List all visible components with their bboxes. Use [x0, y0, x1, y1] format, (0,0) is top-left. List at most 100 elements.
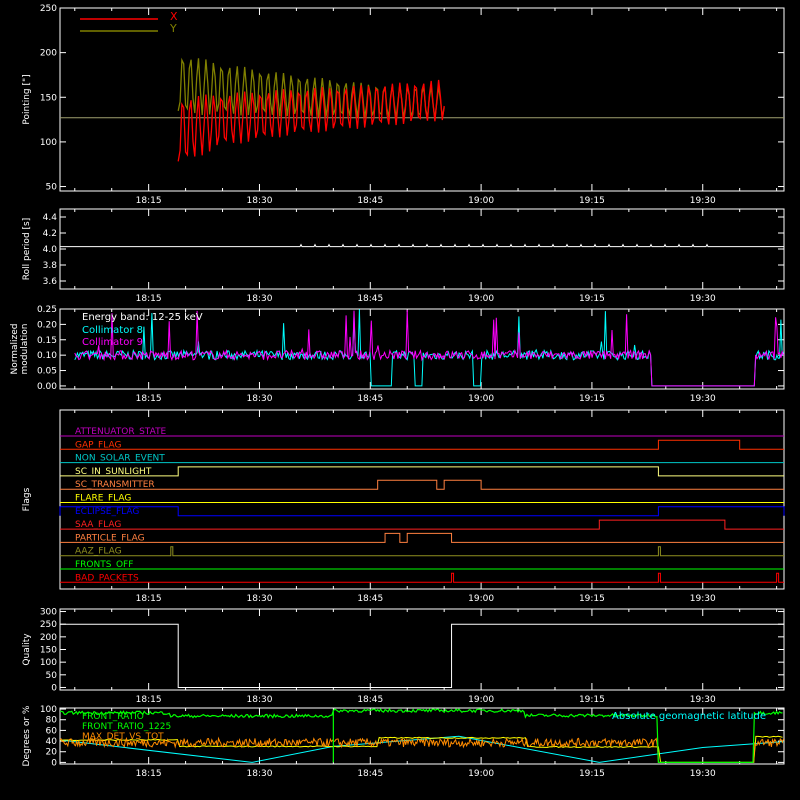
- x-tick-label: 19:15: [579, 196, 605, 206]
- x-tick-label: 19:15: [579, 394, 605, 404]
- x-tick-label: 19:00: [468, 394, 494, 404]
- flag-label: SC_IN_SUNLIGHT: [75, 467, 152, 477]
- y-tick-label: 200: [40, 633, 57, 643]
- plot-frame: [59, 608, 785, 691]
- x-tick-label: 19:30: [690, 769, 716, 779]
- y-axis-label: Pointing ["]: [22, 74, 32, 124]
- x-tick-label: 18:30: [247, 196, 273, 206]
- y-tick-label: 250: [40, 620, 57, 630]
- flag-label: SAA_FLAG: [75, 520, 121, 530]
- y-tick-label: 150: [40, 646, 57, 656]
- flag-label: SC_TRANSMITTER: [75, 480, 155, 490]
- legend-label: Collimator 9: [82, 337, 143, 348]
- y-tick-label: 200: [40, 49, 57, 59]
- x-tick-label: 18:30: [247, 594, 273, 604]
- series-x: [177, 79, 445, 162]
- flag-line: [60, 466, 784, 477]
- y-tick-label: 0.15: [37, 336, 57, 346]
- x-tick-label: 19:15: [579, 695, 605, 705]
- x-tick-label: 18:45: [357, 695, 383, 705]
- x-tick-label: 19:30: [690, 594, 716, 604]
- y-axis-label: modulation: [20, 324, 30, 375]
- panel-flags: 18:15 18:30 18:45 19:00 19:15 19:30 Flags ATTEN…: [22, 409, 785, 604]
- x-tick-label: 18:30: [247, 394, 273, 404]
- panel-ratios: 18:15 18:30 18:45 19:00 19:15 19:30 0204060801…: [22, 705, 785, 779]
- y-tick-label: 4.0: [43, 245, 58, 255]
- flag-line: [60, 532, 784, 543]
- flag-label: ATTENUATOR_STATE: [75, 427, 167, 437]
- flag-label: GAP_FLAG: [75, 440, 121, 450]
- x-tick-label: 18:45: [357, 196, 383, 206]
- y-tick-label: 150: [40, 93, 57, 103]
- flag-label: AAZ_FLAG: [75, 547, 122, 557]
- x-tick-label: 19:30: [690, 695, 716, 705]
- y-axis-label: Normalized: [10, 323, 20, 374]
- x-tick-label: 18:15: [136, 769, 162, 779]
- y-tick-label: 50: [46, 183, 58, 193]
- y-tick-label: 3.6: [43, 277, 58, 287]
- x-tick-label: 19:00: [468, 196, 494, 206]
- figure: 18:15 18:30 18:45 19:00 19:15 19:30 50 100 150 20…: [10, 4, 785, 779]
- flag-label: PARTICLE_FLAG: [75, 533, 145, 543]
- x-tick-label: 18:45: [357, 594, 383, 604]
- legend-label: FRONT_RATIO_1225: [82, 722, 171, 732]
- plot-frame: [59, 409, 785, 590]
- x-tick-label: 19:15: [579, 294, 605, 304]
- flag-line: [60, 519, 784, 530]
- y-tick-label: 0.00: [37, 382, 57, 392]
- x-tick-label: 19:30: [690, 294, 716, 304]
- x-tick-label: 18:30: [247, 695, 273, 705]
- flag-line: [60, 439, 784, 450]
- y-axis-label: Flags: [22, 487, 32, 511]
- y-tick-label: 60: [46, 726, 58, 736]
- y-tick-label: 100: [40, 658, 57, 668]
- x-tick-label: 18:30: [247, 769, 273, 779]
- roll-period-line: [60, 243, 784, 248]
- y-tick-label: 40: [46, 737, 58, 747]
- y-tick-label: 4.4: [43, 213, 58, 223]
- y-tick-label: 20: [46, 748, 58, 758]
- flag-line: [60, 572, 784, 583]
- y-tick-label: 100: [40, 138, 57, 148]
- panel-roll_period: 18:15 18:30 18:45 19:00 19:15 19:30 3.6 3.8 4.0 4…: [22, 208, 785, 304]
- series-max-det-vs-tot: [59, 736, 785, 763]
- x-tick-label: 19:00: [468, 594, 494, 604]
- flag-label: NON_SOLAR_EVENT: [75, 454, 165, 464]
- flag-label: BAD_PACKETS: [75, 573, 139, 583]
- y-tick-label: 0: [51, 758, 57, 768]
- latitude-annotation: Absolute geomagnetic latitude: [612, 711, 766, 722]
- plot-frame: [59, 208, 785, 290]
- quality-line: [60, 623, 784, 688]
- y-tick-label: 0.20: [37, 320, 57, 330]
- energy-band-annotation: Energy band: 12-25 keV: [82, 312, 203, 323]
- y-axis-label: Quality: [22, 633, 32, 666]
- y-tick-label: 0: [51, 683, 57, 693]
- x-tick-label: 18:45: [357, 294, 383, 304]
- x-tick-label: 19:30: [690, 196, 716, 206]
- legend-label: Collimator 8: [82, 325, 143, 336]
- y-tick-label: 80: [46, 716, 58, 726]
- x-tick-label: 18:15: [136, 394, 162, 404]
- x-tick-label: 18:15: [136, 196, 162, 206]
- y-tick-label: 250: [40, 4, 57, 14]
- y-tick-label: 0.05: [37, 367, 57, 377]
- y-tick-label: 300: [40, 608, 57, 618]
- x-tick-label: 18:45: [357, 769, 383, 779]
- y-axis-label: Degrees or %: [22, 705, 32, 766]
- x-tick-label: 18:30: [247, 294, 273, 304]
- flag-line: [60, 479, 784, 490]
- legend-label: MAX_DET_VS_TOT: [82, 732, 164, 742]
- panel-modulation: 18:15 18:30 18:45 19:00 19:15 19:30 0.00 0.05 0.…: [10, 305, 785, 404]
- x-tick-label: 19:15: [579, 594, 605, 604]
- x-tick-label: 18:15: [136, 695, 162, 705]
- legend-label: Y: [169, 22, 177, 35]
- y-axis-label: Roll period [s]: [22, 218, 32, 280]
- legend-label: FRONT_RATIO: [82, 712, 144, 722]
- x-tick-label: 19:30: [690, 394, 716, 404]
- x-tick-label: 19:00: [468, 695, 494, 705]
- flag-label: ECLIPSE_FLAG: [75, 507, 139, 517]
- flag-line: [59, 506, 785, 517]
- panel-pointing: 18:15 18:30 18:45 19:00 19:15 19:30 50 100 150 20…: [22, 4, 785, 206]
- flag-label: FRONTS_OFF: [75, 560, 133, 570]
- x-tick-label: 18:15: [136, 594, 162, 604]
